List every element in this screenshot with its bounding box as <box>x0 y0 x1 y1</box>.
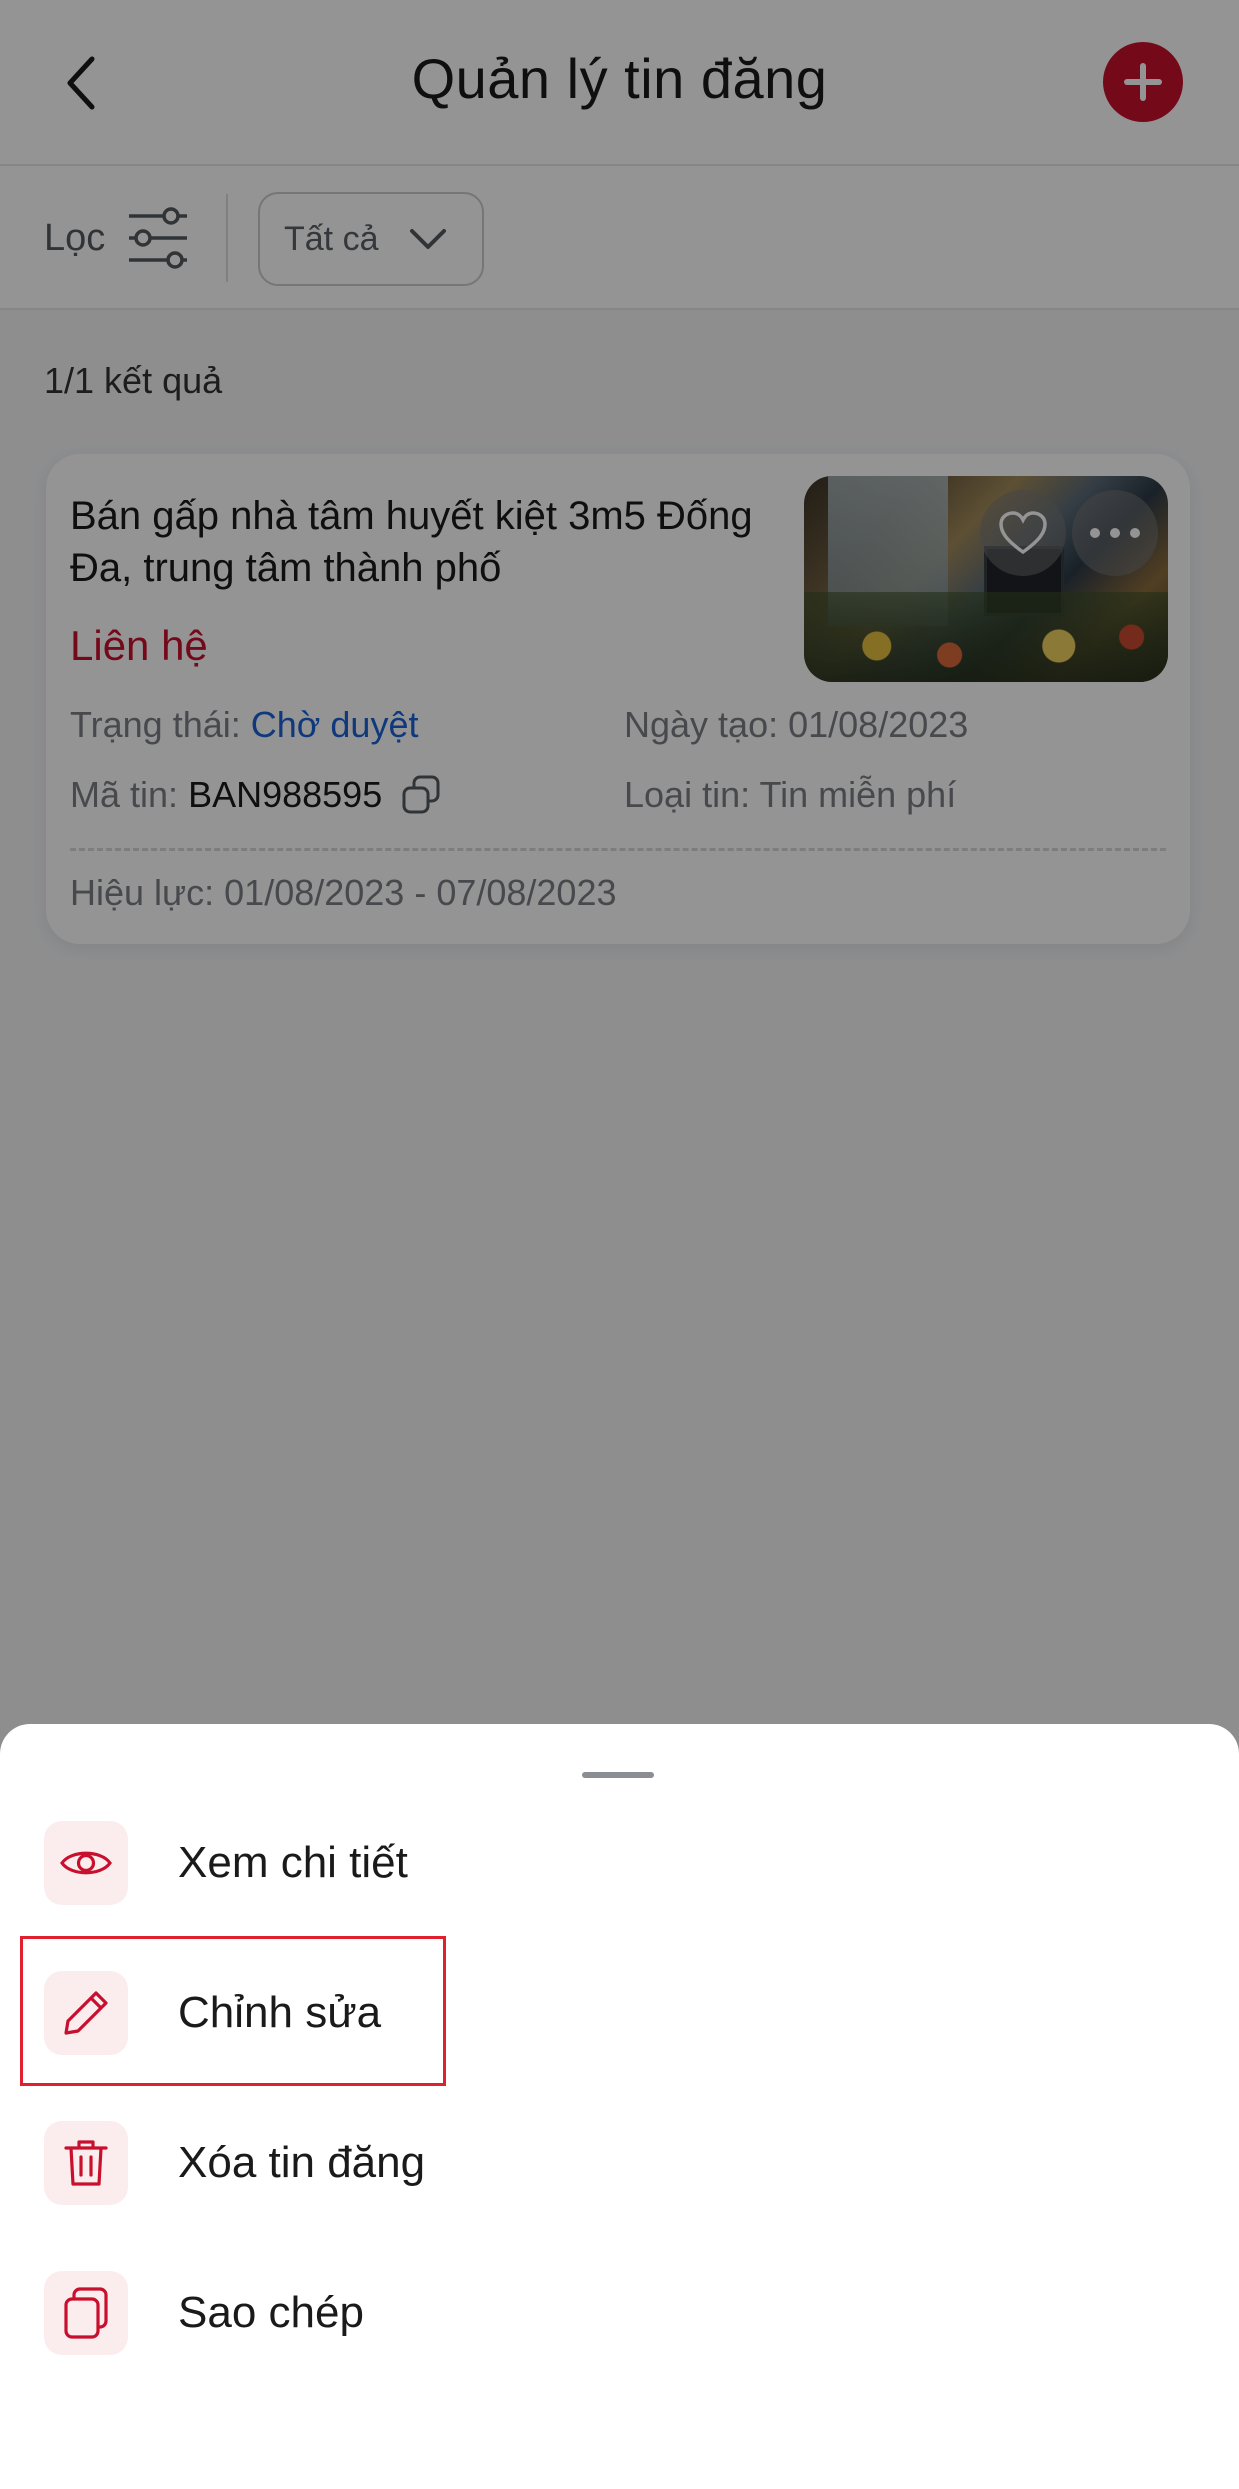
eye-icon <box>44 1821 128 1905</box>
action-label: Sao chép <box>178 2288 364 2337</box>
action-label: Xóa tin đăng <box>178 2138 426 2187</box>
action-sheet: Xem chi tiết Chỉnh sửa Xóa tin đăng Sao … <box>0 1724 1239 2489</box>
sheet-handle[interactable] <box>582 1772 654 1778</box>
trash-icon <box>44 2121 128 2205</box>
action-label: Xem chi tiết <box>178 1838 408 1887</box>
action-view-details[interactable]: Xem chi tiết <box>44 1820 744 1906</box>
selection-highlight <box>20 1936 446 2086</box>
copy-icon <box>44 2271 128 2355</box>
action-delete[interactable]: Xóa tin đăng <box>44 2120 744 2206</box>
action-copy[interactable]: Sao chép <box>44 2270 744 2356</box>
